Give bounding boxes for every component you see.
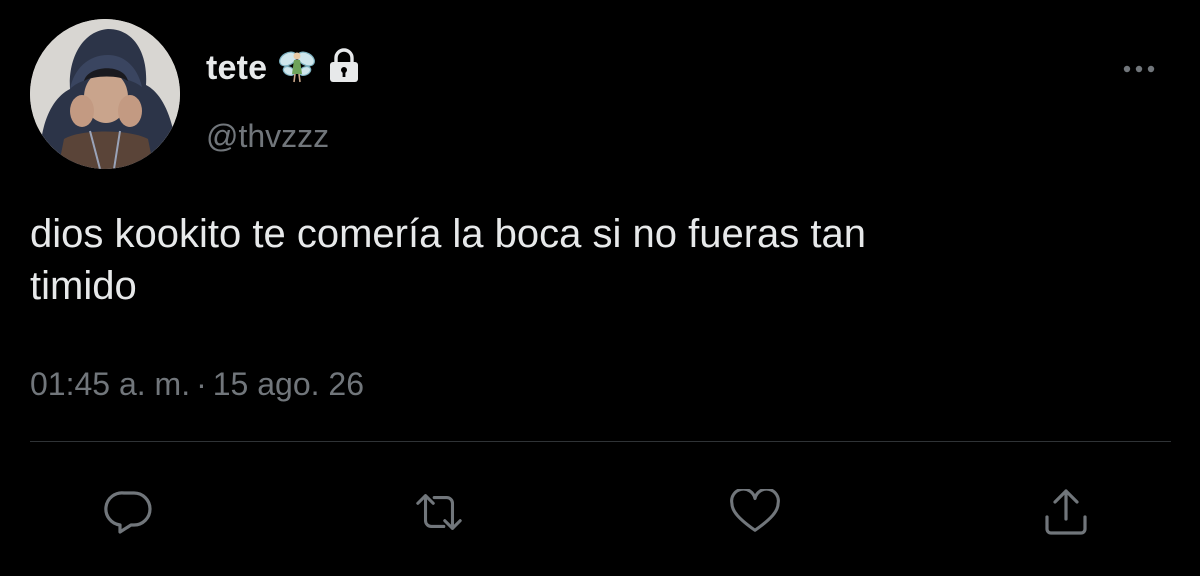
divider: [30, 441, 1171, 442]
share-button[interactable]: [1040, 486, 1092, 538]
display-name[interactable]: tete: [206, 49, 267, 88]
author-name-row: tete: [206, 46, 361, 90]
fairy-icon: [277, 46, 317, 91]
lock-icon: [327, 47, 361, 89]
more-options-button[interactable]: [1115, 54, 1163, 84]
retweet-button[interactable]: [413, 486, 465, 538]
reply-icon: [104, 491, 152, 534]
tweet-card: tete @thvzzz dios kookito te comería la …: [0, 0, 1200, 576]
like-button[interactable]: [729, 486, 781, 538]
like-icon: [730, 489, 780, 532]
meta-separator: ·: [196, 366, 207, 402]
reply-button[interactable]: [103, 486, 155, 538]
retweet-icon: [416, 494, 462, 530]
avatar[interactable]: [30, 19, 180, 169]
tweet-actions: [0, 486, 1200, 538]
handle[interactable]: @thvzzz: [206, 118, 329, 155]
share-icon: [1045, 489, 1087, 535]
tweet-text: dios kookito te comería la boca si no fu…: [30, 212, 867, 308]
more-icon: [1123, 65, 1155, 73]
tweet-date[interactable]: 15 ago. 26: [213, 366, 364, 402]
tweet-time[interactable]: 01:45 a. m.: [30, 366, 190, 402]
avatar-image: [30, 19, 180, 169]
tweet-meta: 01:45 a. m. · 15 ago. 26: [30, 366, 364, 403]
